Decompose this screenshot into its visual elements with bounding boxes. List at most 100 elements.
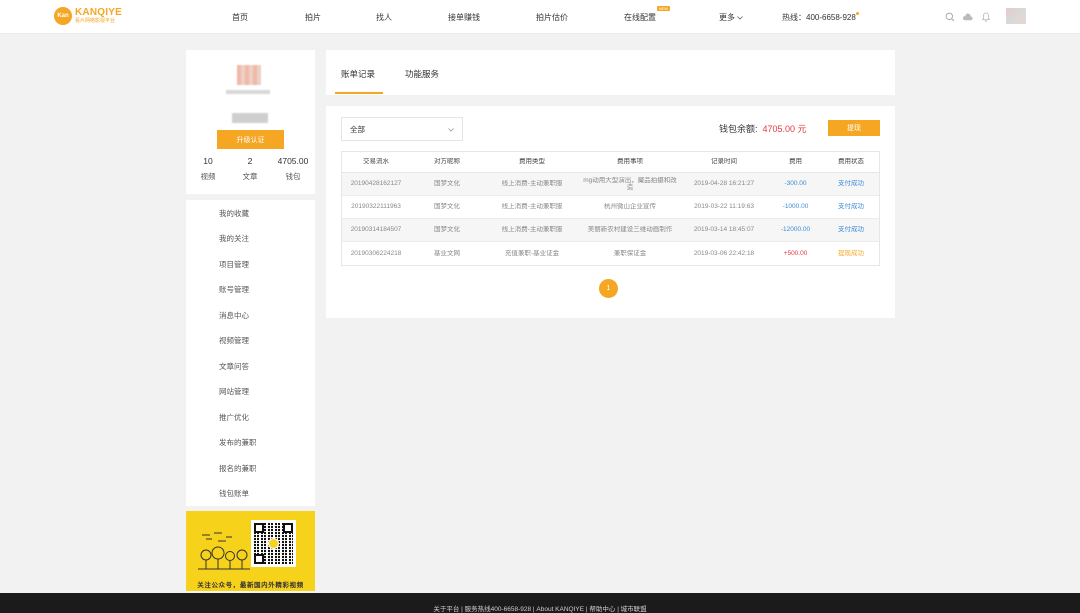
nav-more[interactable]: 更多 [719,12,744,23]
hotline: 热线：400-6658-928 [782,12,859,23]
tabs-bar: 账单记录 功能服务 [326,50,895,95]
wallet-balance-amount: 4705.00 元 [762,124,807,134]
tab-function-services[interactable]: 功能服务 [405,68,439,80]
promo-caption: 关注公众号，最新国内外精彩视频 [197,582,304,589]
stat-wallet[interactable]: 4705.00 钱包 [273,156,313,182]
bill-type-select-value: 全部 [350,124,365,134]
row-type: 线上消费-主动兼职服 [501,226,563,234]
col-header-time: 记录时间 [711,158,737,166]
sidebar-item-articles[interactable]: 文章问答 [219,361,249,372]
row-serial: 20190322111963 [351,203,401,211]
site-logo[interactable]: Kan KANQIYE 看片网络影视平台 [54,7,122,25]
sidebar-item-account[interactable]: 账号管理 [219,284,249,295]
stat-articles-count: 2 [247,156,253,166]
profile-avatar[interactable] [237,65,261,85]
row-amount: -300.00 [784,180,807,188]
stat-wallet-amount: 4705.00 [277,156,309,166]
stat-wallet-label: 钱包 [285,172,301,181]
search-icon[interactable] [944,11,955,22]
nav-estimate[interactable]: 拍片估价 [536,12,568,23]
col-header-status: 费用状态 [838,158,864,166]
row-time: 2019-03-06 22:42:18 [693,249,755,257]
sidebar-item-applied-jobs[interactable]: 报名的兼职 [219,463,257,474]
active-tab-indicator [335,92,383,94]
nav-shoot[interactable]: 拍片 [305,12,321,23]
qr-code [251,520,296,567]
row-amount: +500.00 [783,249,808,257]
table-header: 交易流水 对方昵称 费用类型 费用事项 记录时间 费用 费用状态 [342,152,879,173]
stat-articles[interactable]: 2 文章 [230,156,270,182]
profile-username-blurred [226,90,270,94]
profile-card: 升级认证 10 视频 2 文章 4705.00 钱包 [186,50,315,194]
sidebar-item-following[interactable]: 我的关注 [219,233,249,244]
nav-more-label: 更多 [719,13,735,22]
upgrade-certification-button[interactable]: 升级认证 [217,130,284,149]
row-item: 美丽新农村建设三维动画制作 [587,226,673,234]
row-amount: -12000.00 [780,226,811,234]
pagination-page-1[interactable]: 1 [599,279,618,298]
cloud-upload-icon[interactable] [962,11,973,22]
row-name: 基业文网 [434,249,460,257]
sidebar-item-messages[interactable]: 消息中心 [219,310,249,321]
withdraw-button[interactable]: 提现 [828,120,880,136]
bill-type-select[interactable]: 全部 [341,117,463,141]
wallet-balance-label: 钱包余额: [719,124,758,134]
table-row: 20190314184507 国梦文化 线上消费-主动兼职服 美丽新农村建设三维… [342,219,879,242]
logo-badge: Kan [54,7,72,25]
col-header-name: 对方昵称 [434,158,460,166]
row-amount: -1000.00 [782,203,809,211]
nav-online-config[interactable]: 在线配置 NEW [624,6,670,23]
row-status[interactable]: 支付成功 [823,180,879,187]
stat-videos-count: 10 [203,156,213,166]
promo-banner[interactable]: 关注公众号，最新国内外精彩视频 [186,511,315,591]
row-time: 2019-03-22 11:19:63 [694,203,754,211]
footer-links[interactable]: 关于平台 | 服务热线400-6658-928 | About KANQIYE … [0,593,1080,613]
col-header-type: 费用类型 [519,158,545,166]
sidebar-item-projects[interactable]: 项目管理 [219,259,249,270]
row-type: 线上消费-主动兼职服 [501,203,563,211]
profile-level-blurred [232,113,268,123]
row-status[interactable]: 支付成功 [823,226,879,233]
tab-bill-records[interactable]: 账单记录 [341,68,375,80]
new-badge: NEW [656,6,670,11]
row-status[interactable]: 支付成功 [823,203,879,210]
row-name: 国梦文化 [434,226,460,234]
row-time: 2019-04-28 16:21:27 [693,180,755,188]
row-item: mg动用大型演出，藏品拍摄和改造 [583,176,677,191]
table-row: 20190322111963 国梦文化 线上消费-主动兼职服 杭州微山企业宣传 … [342,196,879,219]
sidebar-item-videos[interactable]: 视频管理 [219,335,249,346]
chevron-down-icon [737,13,744,22]
stat-articles-label: 文章 [242,172,258,181]
bell-icon[interactable] [980,11,991,22]
chevron-down-icon [448,125,454,134]
sidebar-item-posted-jobs[interactable]: 发布的兼职 [219,437,257,448]
sidebar-item-wallet-bills[interactable]: 钱包账单 [219,488,249,499]
row-serial: 20190428162127 [350,180,402,188]
logo-main-text: KANQIYE [75,7,122,18]
top-nav-bar: Kan KANQIYE 看片网络影视平台 首页 拍片 找人 接单赚钱 拍片估价 … [0,0,1080,34]
row-serial: 20190306224218 [350,249,402,257]
stat-videos-label: 视频 [200,172,216,181]
col-header-item: 费用事项 [617,158,643,166]
col-header-amount: 费用 [789,158,802,166]
bill-table: 交易流水 对方昵称 费用类型 费用事项 记录时间 费用 费用状态 2019042… [341,151,880,266]
user-avatar[interactable] [1006,8,1026,24]
wallet-balance: 钱包余额: 4705.00 元 [719,122,807,135]
hotline-text: 热线：400-6658-928 [782,13,856,22]
row-item: 杭州微山企业宣传 [604,203,656,211]
nav-find-people[interactable]: 找人 [376,12,392,23]
promo-illustration [198,532,250,570]
col-header-serial: 交易流水 [363,158,389,166]
qr-center-logo [268,538,279,549]
sidebar-item-promotion[interactable]: 推广优化 [219,412,249,423]
nav-home[interactable]: 首页 [232,12,248,23]
sidebar-item-favorites[interactable]: 我的收藏 [219,208,249,219]
sidebar-item-website[interactable]: 网站管理 [219,386,249,397]
row-name: 国梦文化 [434,203,460,211]
sidebar-menu: 我的收藏 我的关注 项目管理 账号管理 消息中心 视频管理 文章问答 网站管理 … [186,200,315,506]
row-serial: 20190314184507 [350,226,402,234]
nav-online-config-label: 在线配置 [624,13,656,22]
row-status[interactable]: 提现成功 [823,250,879,257]
nav-take-orders[interactable]: 接单赚钱 [448,12,480,23]
stat-videos[interactable]: 10 视频 [188,156,228,182]
